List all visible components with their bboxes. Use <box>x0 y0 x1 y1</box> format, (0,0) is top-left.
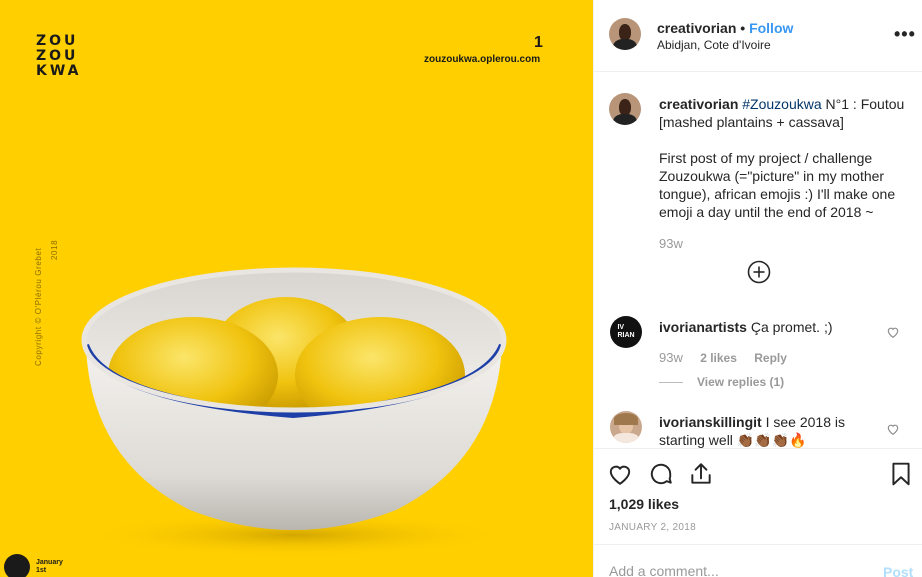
comment-body: Ça promet. ;) <box>746 319 833 335</box>
post-comment-button[interactable]: Post <box>883 564 913 577</box>
logo-line: KWA <box>36 63 82 79</box>
more-options-icon[interactable]: ••• <box>894 24 916 45</box>
header-user-line: creativorian • Follow <box>657 20 793 36</box>
likes-count[interactable]: 1,029 likes <box>609 496 679 512</box>
post-caption: creativorian #Zouzoukwa N°1 : Foutou [ma… <box>659 95 909 221</box>
comment-input[interactable] <box>609 563 869 577</box>
share-icon[interactable] <box>688 461 714 487</box>
load-more-comments-icon[interactable] <box>747 260 771 284</box>
date-day: 1st <box>36 567 47 574</box>
commenter-username[interactable]: ivorianskillingit <box>659 414 762 430</box>
logo-line: ZOU <box>36 48 79 64</box>
comments-section[interactable]: creativorian #Zouzoukwa N°1 : Foutou [ma… <box>594 73 922 448</box>
post-image[interactable]: ZOU ZOU KWA 1 zouzoukwa.oplerou.com Copy… <box>0 0 593 577</box>
comment-like-heart-icon[interactable] <box>886 422 900 436</box>
emoji-number: 1 <box>534 34 543 51</box>
comment-meta: 93w 2 likes Reply <box>659 350 801 365</box>
view-replies-label: View replies (1) <box>697 375 785 389</box>
caption-hashtag[interactable]: #Zouzoukwa <box>742 96 821 112</box>
post-header: creativorian • Follow Abidjan, Cote d'Iv… <box>594 0 922 72</box>
replies-divider <box>659 381 683 383</box>
like-heart-icon[interactable] <box>607 461 633 487</box>
comment-text: ivorianartists Ça promet. ;) <box>659 318 889 336</box>
commenter-avatar[interactable]: IV RIAN <box>610 316 642 348</box>
zouzoukwa-logo: ZOU ZOU KWA <box>36 34 82 79</box>
author-avatar[interactable] <box>609 18 641 50</box>
logo-line: ZOU <box>36 33 79 49</box>
comment-like-heart-icon[interactable] <box>886 325 900 339</box>
date-badge-text: January 1st <box>36 559 63 575</box>
view-replies-button[interactable]: View replies (1) <box>659 375 784 389</box>
caption-timestamp[interactable]: 93w <box>659 236 683 251</box>
caption-username[interactable]: creativorian <box>659 96 738 112</box>
author-mini-avatar <box>4 554 30 577</box>
add-comment-bar: Post <box>594 544 922 577</box>
comment-text: ivorianskillingit I see 2018 is starting… <box>659 413 889 448</box>
bookmark-icon[interactable] <box>888 461 914 487</box>
post-date[interactable]: JANUARY 2, 2018 <box>609 522 696 533</box>
date-month: January <box>36 559 63 566</box>
location-link[interactable]: Abidjan, Cote d'Ivoire <box>657 38 771 52</box>
comment-likes[interactable]: 2 likes <box>700 351 737 365</box>
caption-text: N°1 : Foutou [mashed plantains + cassava… <box>659 96 905 220</box>
commenter-username[interactable]: ivorianartists <box>659 319 747 335</box>
side-year: 2018 <box>50 239 59 260</box>
reply-button[interactable]: Reply <box>754 351 787 365</box>
comment-time[interactable]: 93w <box>659 350 683 365</box>
post-side-panel: creativorian • Follow Abidjan, Cote d'Iv… <box>593 0 922 577</box>
comment-bubble-icon[interactable] <box>648 461 674 487</box>
site-url: zouzoukwa.oplerou.com <box>424 54 541 65</box>
separator-dot: • <box>740 20 746 36</box>
instagram-post-view: ZOU ZOU KWA 1 zouzoukwa.oplerou.com Copy… <box>0 0 922 577</box>
foutou-bowl-illustration <box>81 267 507 557</box>
caption-avatar[interactable] <box>609 93 641 125</box>
commenter-avatar[interactable] <box>610 411 642 443</box>
follow-button[interactable]: Follow <box>749 20 793 36</box>
date-badge: January 1st <box>4 554 63 577</box>
author-username[interactable]: creativorian <box>657 20 736 36</box>
post-actions: 1,029 likes JANUARY 2, 2018 <box>594 448 922 544</box>
copyright-text: Copyright © O'Plérou Grebet <box>34 247 43 366</box>
